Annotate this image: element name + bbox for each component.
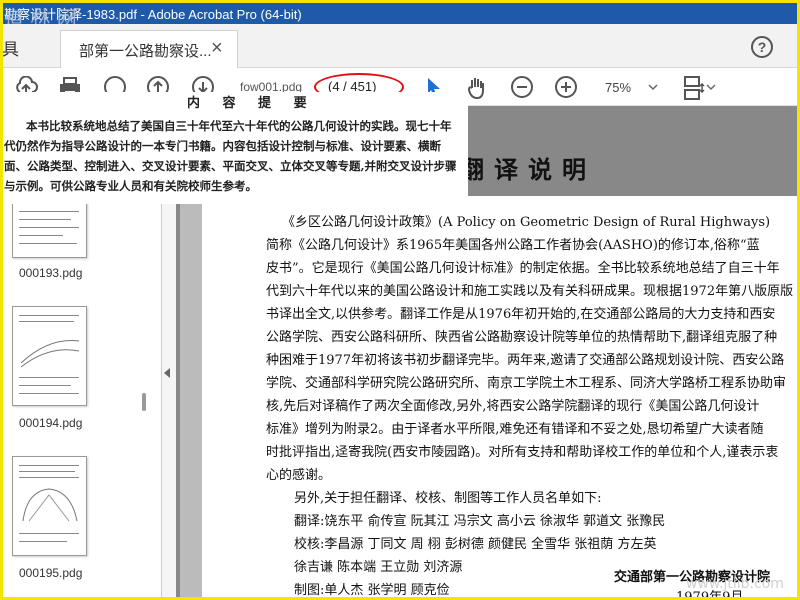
hand-tool-icon[interactable] [466,76,488,100]
tools-tab[interactable]: 具 [2,35,19,60]
thumbnail-label: 000193.pdg [19,266,83,280]
document-tab-label: 部第一公路勘察设... [79,43,212,60]
zoom-out-icon[interactable] [511,76,533,98]
zoom-in-icon[interactable] [555,76,577,98]
doc-line: 简称《公路几何设计》系1965年美国各州公路工作者协会(AASHO)的修订本,俗… [266,238,760,253]
abstract-title: 内 容 提 要 [187,96,316,111]
sidebar-scrollbar[interactable] [142,393,146,411]
thumbnail-label: 000194.pdg [19,416,83,430]
watermark-bottom: www.jtlib.com [686,576,784,592]
doc-line: 种困难于1977年初将该书初步翻译完毕。两年来,邀请了交通部公路规划设计院、西安… [266,353,785,368]
staff-line: 徐吉谦 陈本端 王立勋 刘济源 [294,560,463,575]
thumbnail-page-193[interactable] [12,200,87,258]
abstract-line: 本书比较系统地总结了美国自三十年代至六十年代的公路几何设计的实践。现七十年 [26,119,452,133]
doc-line: 时批评指出,迳寄我院(西安市陵园路)。对所有支持和帮助译校工作的单位和个人,谨表… [266,445,779,460]
page-display-chevron-icon[interactable] [706,76,716,98]
document-tab[interactable]: 部第一公路勘察设... × [60,30,238,68]
abstract-line: 面、公路类型、控制进入、交叉设计要素、平面交叉、立体交叉等专题,并附交叉设计步骤 [4,159,457,173]
doc-heading: 翻译说明 [460,155,596,184]
abstract-line: 代仍然作为指导公路设计的一本专门书籍。内容包括设计控制与标准、设计要素、横断 [4,139,441,153]
staff-intro: 另外,关于担任翻译、校核、制图等工作人员名单如下: [294,491,602,506]
abstract-overlay: 内 容 提 要 本书比较系统地总结了美国自三十年代至六十年代的公路几何设计的实践… [0,92,468,204]
doc-line: 心的感谢。 [266,468,332,483]
thumbnail-page-195[interactable] [12,456,87,556]
chevron-left-icon [164,368,170,378]
doc-line: 皮书”。它是现行《美国公路几何设计标准》的制定依据。全书比较系统地总结了自三十年 [266,261,780,276]
page-binding-edge [180,196,202,600]
close-icon[interactable]: × [211,37,223,60]
staff-line: 校核:李昌源 丁同文 周 栩 彭树德 颜健民 全雪华 张祖荫 方左英 [294,537,657,552]
doc-line: 学院、交通部科学研究院公路研究所、南京工学院土木工程系、同济大学路桥工程系协助审 [266,376,787,391]
staff-line: 翻译:饶东平 俞传宣 阮其江 冯宗文 高小云 徐淑华 郭道文 张豫民 [294,514,666,529]
doc-line: 书译出全文,以供参考。翻译工作是从1976年初开始的,在交通部公路局的大力支持和… [266,307,776,322]
abstract-line: 与示例。可供公路专业人员和有关院校师生参考。 [4,179,257,193]
help-icon[interactable]: ? [751,36,773,58]
tab-row: 具 部第一公路勘察设... × ? [0,24,800,68]
thumbnail-page-194[interactable] [12,306,87,406]
title-bar: 勘察设计院译-1983.pdf - Adobe Acrobat Pro (64-… [0,0,800,24]
page-display-icon[interactable] [682,76,706,100]
zoom-dropdown-chevron-icon[interactable] [648,76,658,98]
zoom-level[interactable]: 75% [605,80,631,95]
staff-line: 制图:单人杰 张学明 顾克俭 [294,583,450,598]
doc-line: 标准》增列为附录2。由于译者水平所限,难免还有错译和不妥之处,恳切希望广大读者随 [266,422,764,437]
doc-line: 公路学院、西安公路科研所、陕西省公路勘察设计院等单位的热情帮助下,翻译组克服了种 [266,330,778,345]
doc-line: 《乡区公路几何设计政策》(A Policy on Geometric Desig… [282,215,771,230]
doc-line: 代到六十年代以来的美国公路设计和施工实践以及有关科研成果。现根据1972年第八版… [266,284,794,299]
doc-line: 核,先后对译稿作了两次全面修改,另外,将西安公路学院翻译的现行《美国公路几何设计 [266,399,760,414]
thumbnail-label: 000195.pdg [19,566,83,580]
